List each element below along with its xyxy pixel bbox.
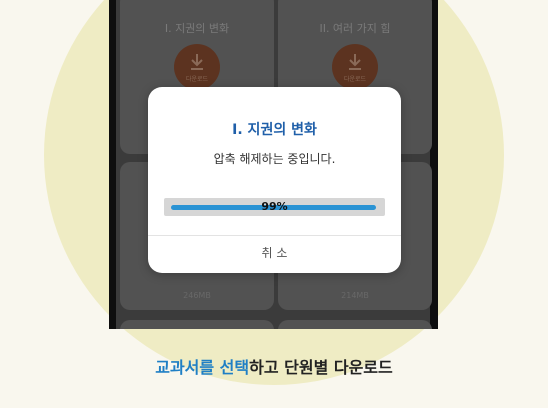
progress-percent: 99% (261, 200, 288, 213)
unzip-progress-dialog: I. 지권의 변화 압축 해제하는 중입니다. 99% 취 소 (148, 87, 401, 273)
unit-card-title: I. 지권의 변화 (164, 22, 230, 35)
unit-card-6[interactable] (278, 320, 432, 329)
caption-text: 하고 단원별 다운로드 (249, 358, 393, 377)
cancel-button[interactable]: 취 소 (148, 236, 401, 272)
download-button[interactable]: 다운로드 (174, 44, 220, 90)
dialog-title: I. 지권의 변화 (232, 122, 317, 138)
caption-highlight: 교과서를 선택 (155, 358, 250, 377)
unit-card-title: II. 여러 가지 힘 (319, 22, 391, 35)
progress-bar: 99% (164, 198, 385, 216)
file-size: 246MB (183, 291, 211, 300)
caption: 교과서를 선택하고 단원별 다운로드 (0, 354, 548, 378)
download-icon (349, 54, 361, 70)
download-label: 다운로드 (185, 76, 209, 83)
download-icon (191, 54, 203, 70)
unit-card-5[interactable] (120, 320, 274, 329)
download-label: 다운로드 (343, 76, 367, 83)
dialog-message: 압축 해제하는 중입니다. (213, 152, 336, 166)
file-size: 214MB (341, 291, 369, 300)
download-button[interactable]: 다운로드 (332, 44, 378, 90)
